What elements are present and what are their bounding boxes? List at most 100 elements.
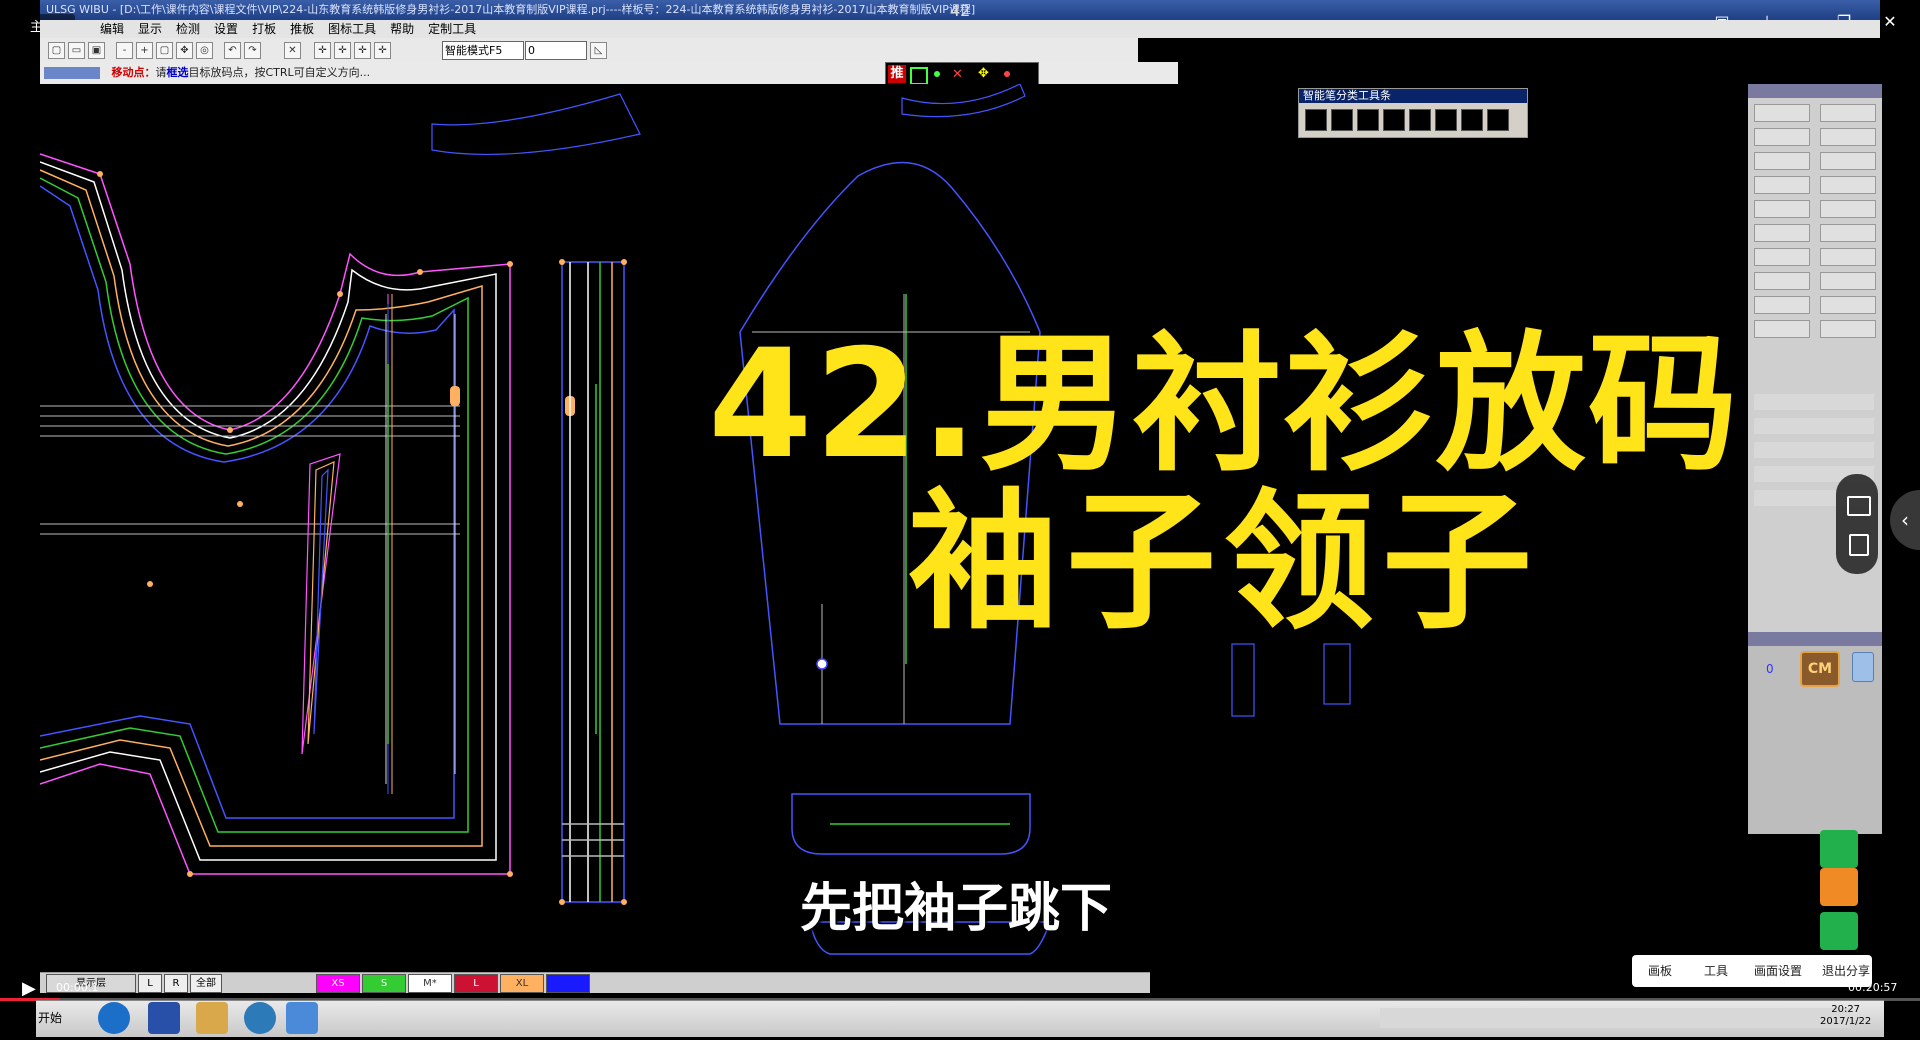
grading-tool-panel <box>1748 84 1882 834</box>
pen-corner-icon[interactable] <box>1487 109 1509 131</box>
menu-help[interactable]: 帮助 <box>390 22 414 36</box>
size-m[interactable]: M* <box>408 974 452 993</box>
grading-move-icon[interactable]: ✥ <box>978 66 989 81</box>
size-xs[interactable]: XS <box>316 974 360 993</box>
exit-share-button[interactable]: 退出分享 <box>1822 955 1870 987</box>
menu-grading[interactable]: 推板 <box>290 22 314 36</box>
grading-toolbar: 推 ✕ ✥ <box>885 62 1039 86</box>
menu-icon-tools[interactable]: 图标工具 <box>328 22 376 36</box>
zoom-out-icon[interactable]: - <box>116 42 133 59</box>
grading-cross-icon[interactable]: ✕ <box>952 67 963 82</box>
grade-align-icon[interactable]: ✛ <box>374 42 391 59</box>
menu-custom-tools[interactable]: 定制工具 <box>428 22 476 36</box>
pen-rect-icon[interactable] <box>1305 109 1327 131</box>
panel-tool-16[interactable] <box>1820 272 1876 290</box>
grade-move-icon[interactable]: ✛ <box>354 42 371 59</box>
chevron-left-icon[interactable]: ‹ <box>1890 490 1920 550</box>
calculator-icon[interactable] <box>1852 652 1874 682</box>
pen-line-icon[interactable] <box>1357 109 1379 131</box>
browser-icon[interactable] <box>98 1002 130 1034</box>
panel-tool-6[interactable] <box>1820 152 1876 170</box>
tools-button[interactable]: 工具 <box>1704 955 1728 987</box>
panel-tool-17[interactable] <box>1754 296 1810 314</box>
grading-red-dot-icon[interactable] <box>1004 71 1010 77</box>
panel-tool-3[interactable] <box>1754 128 1810 146</box>
panel-tool-8[interactable] <box>1820 176 1876 194</box>
qr-code-icon[interactable] <box>1820 868 1858 906</box>
panel-ruler-1[interactable] <box>1754 394 1874 410</box>
grade-point-icon[interactable]: ✛ <box>314 42 331 59</box>
menu-bar: 编辑 显示 检测 设置 打板 推板 图标工具 帮助 定制工具 <box>40 20 1880 38</box>
status-mode: 移动点： <box>111 66 156 79</box>
panel-tool-19[interactable] <box>1754 320 1810 338</box>
pen-h-icon[interactable] <box>1461 109 1483 131</box>
app-icon[interactable] <box>286 1002 318 1034</box>
panel-tool-14[interactable] <box>1820 248 1876 266</box>
grading-dot-icon[interactable] <box>934 71 940 77</box>
panel-tool-5[interactable] <box>1754 152 1810 170</box>
grading-label[interactable]: 推 <box>888 65 906 83</box>
all-sizes-button[interactable]: 全部 <box>190 974 222 993</box>
mode-select[interactable]: 智能模式F5 <box>442 41 524 60</box>
size-extra[interactable] <box>546 974 590 993</box>
placket-pattern <box>561 261 625 903</box>
whiteboard-button[interactable]: 画板 <box>1648 955 1672 987</box>
pen-measure-icon[interactable] <box>1435 109 1457 131</box>
open-file-icon[interactable]: ▭ <box>68 42 85 59</box>
play-icon[interactable]: ▶ <box>22 978 36 999</box>
ie-icon[interactable] <box>244 1002 276 1034</box>
right-button[interactable]: R <box>164 974 188 993</box>
undo-icon[interactable]: ↶ <box>224 42 241 59</box>
contact-icon[interactable] <box>1820 912 1858 950</box>
fit-view-icon[interactable]: ▢ <box>156 42 173 59</box>
editor-icon[interactable] <box>148 1002 180 1034</box>
copy-icon[interactable] <box>1849 534 1869 556</box>
step-input[interactable]: 0 <box>525 41 587 60</box>
panel-tool-10[interactable] <box>1820 200 1876 218</box>
menu-view[interactable]: 显示 <box>138 22 162 36</box>
size-xl[interactable]: XL <box>500 974 544 993</box>
folder-icon[interactable] <box>196 1002 228 1034</box>
grading-rect-icon[interactable] <box>910 67 928 85</box>
redo-icon[interactable]: ↷ <box>244 42 261 59</box>
panel-tool-11[interactable] <box>1754 224 1810 242</box>
unit-cm-button[interactable]: CM <box>1800 651 1840 687</box>
panel-ruler-3[interactable] <box>1754 442 1874 458</box>
pan-icon[interactable]: ✥ <box>176 42 193 59</box>
menu-edit[interactable]: 编辑 <box>100 22 124 36</box>
panel-tool-15[interactable] <box>1754 272 1810 290</box>
left-button[interactable]: L <box>138 974 162 993</box>
pen-curve-icon[interactable] <box>1383 109 1405 131</box>
menu-check[interactable]: 检测 <box>176 22 200 36</box>
menu-pattern[interactable]: 打板 <box>252 22 276 36</box>
zoom-window-icon[interactable]: ◎ <box>196 42 213 59</box>
screen-settings-button[interactable]: 画面设置 <box>1754 955 1802 987</box>
clock: 20:27 2017/1/22 <box>1820 1004 1871 1028</box>
ruler-icon[interactable]: ◺ <box>590 42 607 59</box>
collar-fragment-pattern <box>431 83 1026 156</box>
size-l[interactable]: L <box>454 974 498 993</box>
delete-icon[interactable]: ✕ <box>284 42 301 59</box>
new-file-icon[interactable]: ▢ <box>48 42 65 59</box>
panel-tool-2[interactable] <box>1820 104 1876 122</box>
screenshot-icon[interactable] <box>1847 496 1871 516</box>
panel-tool-18[interactable] <box>1820 296 1876 314</box>
panel-tool-9[interactable] <box>1754 200 1810 218</box>
size-s[interactable]: S <box>362 974 406 993</box>
panel-tool-1[interactable] <box>1754 104 1810 122</box>
panel-tool-13[interactable] <box>1754 248 1810 266</box>
close-icon[interactable]: ✕ <box>1880 12 1900 32</box>
pen-wave-icon[interactable] <box>1409 109 1431 131</box>
wechat-icon[interactable] <box>1820 830 1858 868</box>
save-icon[interactable]: ▣ <box>88 42 105 59</box>
menu-settings[interactable]: 设置 <box>214 22 238 36</box>
panel-tool-20[interactable] <box>1820 320 1876 338</box>
pen-t-icon[interactable] <box>1331 109 1353 131</box>
zoom-in-icon[interactable]: + <box>136 42 153 59</box>
grade-copy-icon[interactable]: ✛ <box>334 42 351 59</box>
panel-tool-4[interactable] <box>1820 128 1876 146</box>
panel-tool-7[interactable] <box>1754 176 1810 194</box>
start-button[interactable]: 开始 <box>38 1004 86 1032</box>
panel-ruler-2[interactable] <box>1754 418 1874 434</box>
panel-tool-12[interactable] <box>1820 224 1876 242</box>
